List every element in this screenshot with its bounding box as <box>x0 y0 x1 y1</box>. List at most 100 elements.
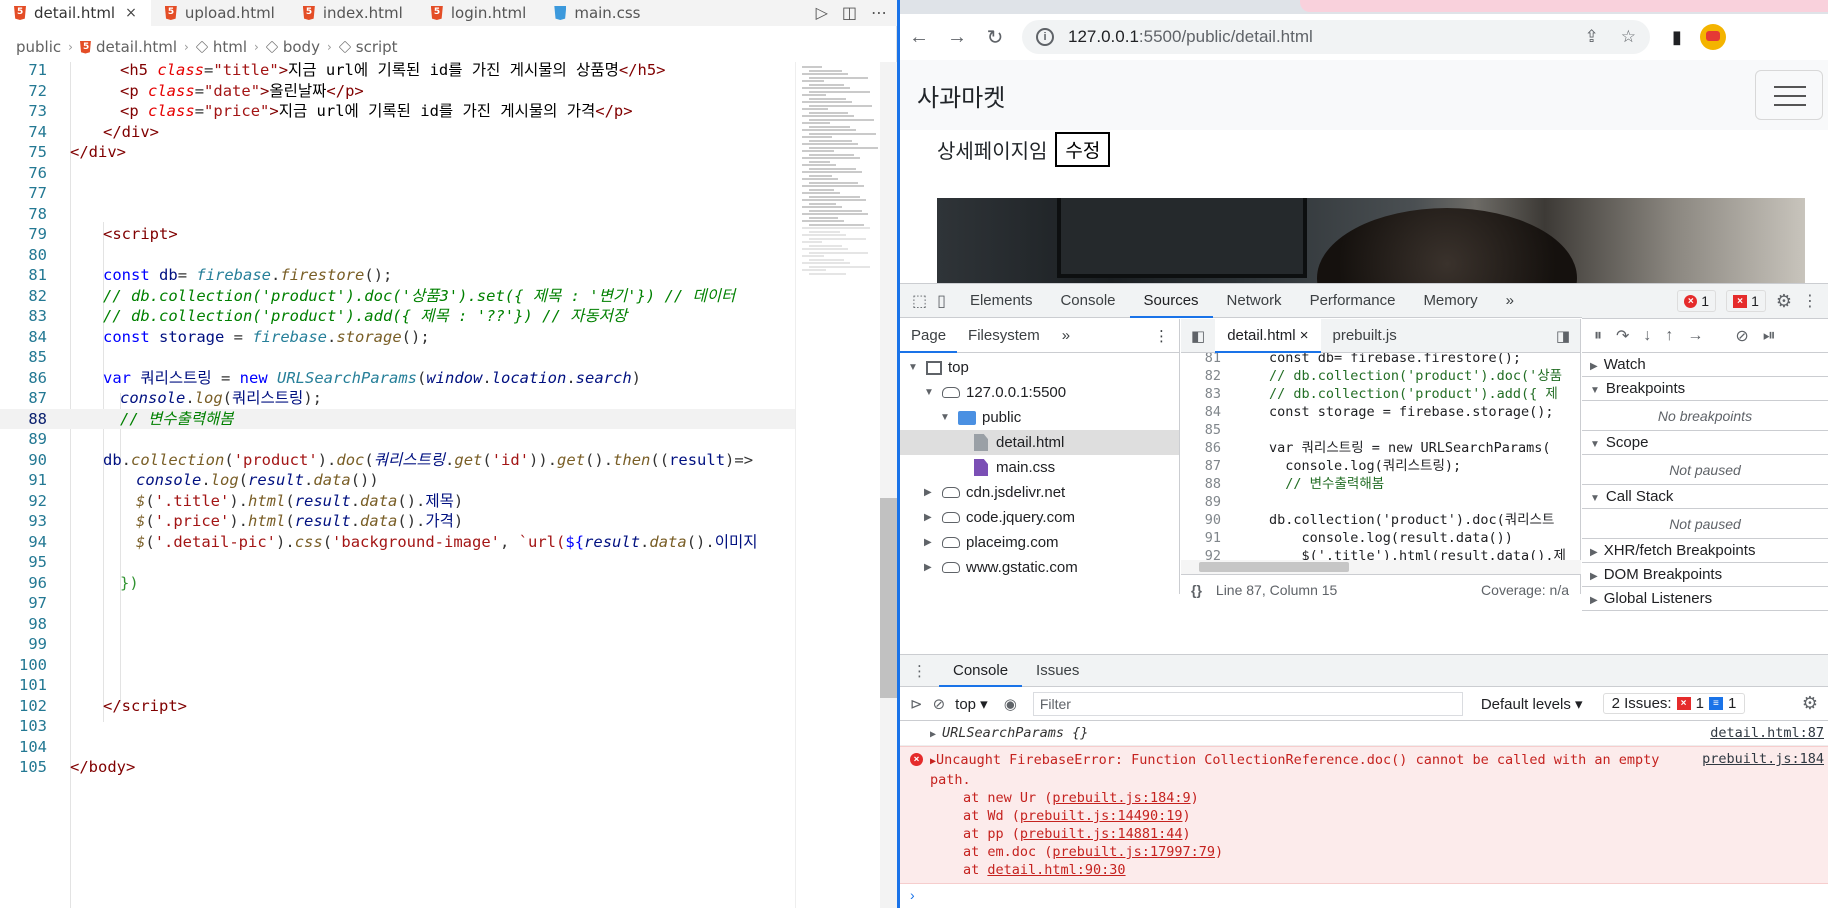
stack-link[interactable]: prebuilt.js:14490:19 <box>1020 808 1183 824</box>
sources-hscrollbar[interactable] <box>1181 560 1581 574</box>
navigator-tab-filesystem[interactable]: Filesystem <box>957 319 1051 353</box>
step-icon[interactable]: → <box>1687 327 1703 345</box>
expanded-triangle-icon[interactable]: ▼ <box>940 412 952 423</box>
tree-item[interactable]: ▼ public <box>900 405 1179 430</box>
devtools-tab-network[interactable]: Network <box>1213 284 1296 318</box>
pretty-print-icon[interactable]: {} <box>1191 582 1202 598</box>
editor-scroll-thumb[interactable] <box>880 498 897 698</box>
devtools-tab-performance[interactable]: Performance <box>1296 284 1410 318</box>
inspect-element-icon[interactable]: ⬚ <box>912 291 927 311</box>
section-call-stack[interactable]: ▼ Call Stack <box>1582 485 1828 509</box>
toggle-navigator-icon[interactable]: ◧ <box>1181 327 1215 345</box>
navbar-toggler-button[interactable] <box>1755 70 1823 120</box>
log-text[interactable]: URLSearchParams {} <box>942 725 1088 741</box>
expanded-triangle-icon[interactable]: ▼ <box>924 387 936 398</box>
section-global-listeners[interactable]: ▶ Global Listeners <box>1582 587 1828 611</box>
issue-badge[interactable]: × 1 <box>1726 290 1766 312</box>
minimap[interactable] <box>795 62 880 908</box>
back-icon[interactable]: ← <box>900 26 938 49</box>
error-badge[interactable]: × 1 <box>1677 290 1717 312</box>
breadcrumb-item[interactable]: body <box>283 38 320 56</box>
tree-item[interactable]: ▶ code.jquery.com <box>900 505 1179 530</box>
code-editor[interactable]: 71 <h5 class="title">지금 url에 기록된 id를 가진 게… <box>0 62 795 908</box>
issues-counter[interactable]: 2 Issues: × 1 ≡ 1 <box>1602 693 1746 714</box>
side-panel-icon[interactable]: ▮ <box>1672 27 1682 48</box>
expand-triangle-icon[interactable]: ▶ <box>930 729 942 740</box>
live-expression-eye-icon[interactable]: ◉ <box>1004 695 1017 713</box>
collapsed-triangle-icon[interactable]: ▶ <box>924 562 936 573</box>
close-icon[interactable]: × <box>1296 327 1309 344</box>
stack-link[interactable]: detail.html:90:30 <box>987 862 1125 878</box>
more-tabs-icon[interactable]: » <box>1051 319 1081 353</box>
tree-item[interactable]: ▼ 127.0.0.1:5500 <box>900 380 1179 405</box>
stack-link[interactable]: prebuilt.js:14881:44 <box>1020 826 1183 842</box>
breadcrumb-item[interactable]: html <box>213 38 247 56</box>
settings-gear-icon[interactable]: ⚙ <box>1776 291 1792 312</box>
stack-link[interactable]: prebuilt.js:17997:79 <box>1052 844 1215 860</box>
reload-icon[interactable]: ↻ <box>976 25 1014 50</box>
sources-tab[interactable]: prebuilt.js <box>1321 319 1409 353</box>
section-watch[interactable]: ▶ Watch <box>1582 353 1828 377</box>
toggle-debugger-icon[interactable]: ◨ <box>1556 327 1580 345</box>
stack-link[interactable]: prebuilt.js:184:9 <box>1052 790 1190 806</box>
console-filter-input[interactable]: Filter <box>1032 691 1463 716</box>
site-info-icon[interactable]: i <box>1036 28 1054 46</box>
bookmark-star-icon[interactable]: ☆ <box>1621 27 1636 47</box>
devtools-tab-console[interactable]: Console <box>1046 284 1129 318</box>
navigator-menu-icon[interactable]: ⋮ <box>1154 327 1179 345</box>
tree-item[interactable]: ▶ cdn.jsdelivr.net <box>900 480 1179 505</box>
tree-item[interactable]: ▶ www.gstatic.com <box>900 555 1179 580</box>
editor-tab[interactable]: login.html <box>417 0 540 26</box>
section-breakpoints[interactable]: ▼ Breakpoints <box>1582 377 1828 401</box>
drawer-tab-console[interactable]: Console <box>939 655 1023 687</box>
log-source-link[interactable]: detail.html:87 <box>1710 721 1824 746</box>
expanded-triangle-icon[interactable]: ▼ <box>908 362 920 373</box>
step-into-icon[interactable]: ↓ <box>1643 327 1651 345</box>
error-source-link[interactable]: prebuilt.js:184 <box>1702 751 1824 767</box>
editor-tab[interactable]: main.css <box>540 0 654 26</box>
sidebar-toggle-icon[interactable]: ⊳ <box>910 695 923 713</box>
collapsed-triangle-icon[interactable]: ▶ <box>924 537 936 548</box>
more-tabs-icon[interactable]: » <box>1492 284 1528 318</box>
editor-tab[interactable]: upload.html <box>151 0 289 26</box>
log-levels-dropdown[interactable]: Default levels ▾ <box>1481 695 1583 713</box>
editor-tab[interactable]: index.html <box>289 0 417 26</box>
section-scope[interactable]: ▼ Scope <box>1582 431 1828 455</box>
run-icon[interactable]: ▷ <box>816 3 828 23</box>
console-prompt[interactable]: › <box>900 884 1828 906</box>
context-select[interactable]: top ▾ <box>955 695 988 713</box>
deactivate-breakpoints-icon[interactable]: ⊘ <box>1735 326 1748 346</box>
console-settings-gear-icon[interactable]: ⚙ <box>1802 693 1818 714</box>
breadcrumb-item[interactable]: detail.html <box>96 38 177 56</box>
drawer-menu-icon[interactable]: ⋮ <box>900 662 939 680</box>
editor-scrollbar[interactable] <box>880 62 897 908</box>
devtools-tab-elements[interactable]: Elements <box>956 284 1047 318</box>
pause-on-exceptions-icon[interactable]: ⏯ <box>1763 327 1776 345</box>
pause-icon[interactable]: ⏸ <box>1594 327 1602 345</box>
browser-tab[interactable] <box>1300 0 1828 12</box>
clear-console-icon[interactable]: ⊘ <box>933 695 946 713</box>
edit-button[interactable]: 수정 <box>1055 132 1111 167</box>
profile-avatar[interactable] <box>1699 24 1726 50</box>
navigator-tab-page[interactable]: Page <box>900 319 958 353</box>
share-icon[interactable]: ⇪ <box>1585 27 1599 47</box>
tree-item[interactable]: ▶ placeimg.com <box>900 530 1179 555</box>
address-bar[interactable]: i 127.0.0.1:5500/public/detail.html ⇪ ☆ <box>1022 20 1650 54</box>
tree-item[interactable]: ▼ top <box>900 355 1179 380</box>
breadcrumb-item[interactable]: script <box>356 38 398 56</box>
device-toolbar-icon[interactable]: ▯ <box>937 291 946 311</box>
section-dom-breakpoints[interactable]: ▶ DOM Breakpoints <box>1582 563 1828 587</box>
section-xhr-fetch-breakpoints[interactable]: ▶ XHR/fetch Breakpoints <box>1582 539 1828 563</box>
step-over-icon[interactable]: ↷ <box>1616 326 1629 346</box>
collapsed-triangle-icon[interactable]: ▶ <box>924 487 936 498</box>
site-brand[interactable]: 사과마켓 <box>917 78 1005 113</box>
collapsed-triangle-icon[interactable]: ▶ <box>924 512 936 523</box>
tree-item[interactable]: detail.html <box>900 430 1179 455</box>
breadcrumb-item[interactable]: public <box>16 38 61 56</box>
close-icon[interactable]: × <box>125 5 137 21</box>
drawer-tab-issues[interactable]: Issues <box>1022 655 1093 687</box>
editor-tab[interactable]: detail.html × <box>0 0 151 26</box>
devtools-tab-sources[interactable]: Sources <box>1129 284 1213 318</box>
tree-item[interactable]: main.css <box>900 455 1179 480</box>
split-editor-icon[interactable]: ◫ <box>842 3 857 23</box>
